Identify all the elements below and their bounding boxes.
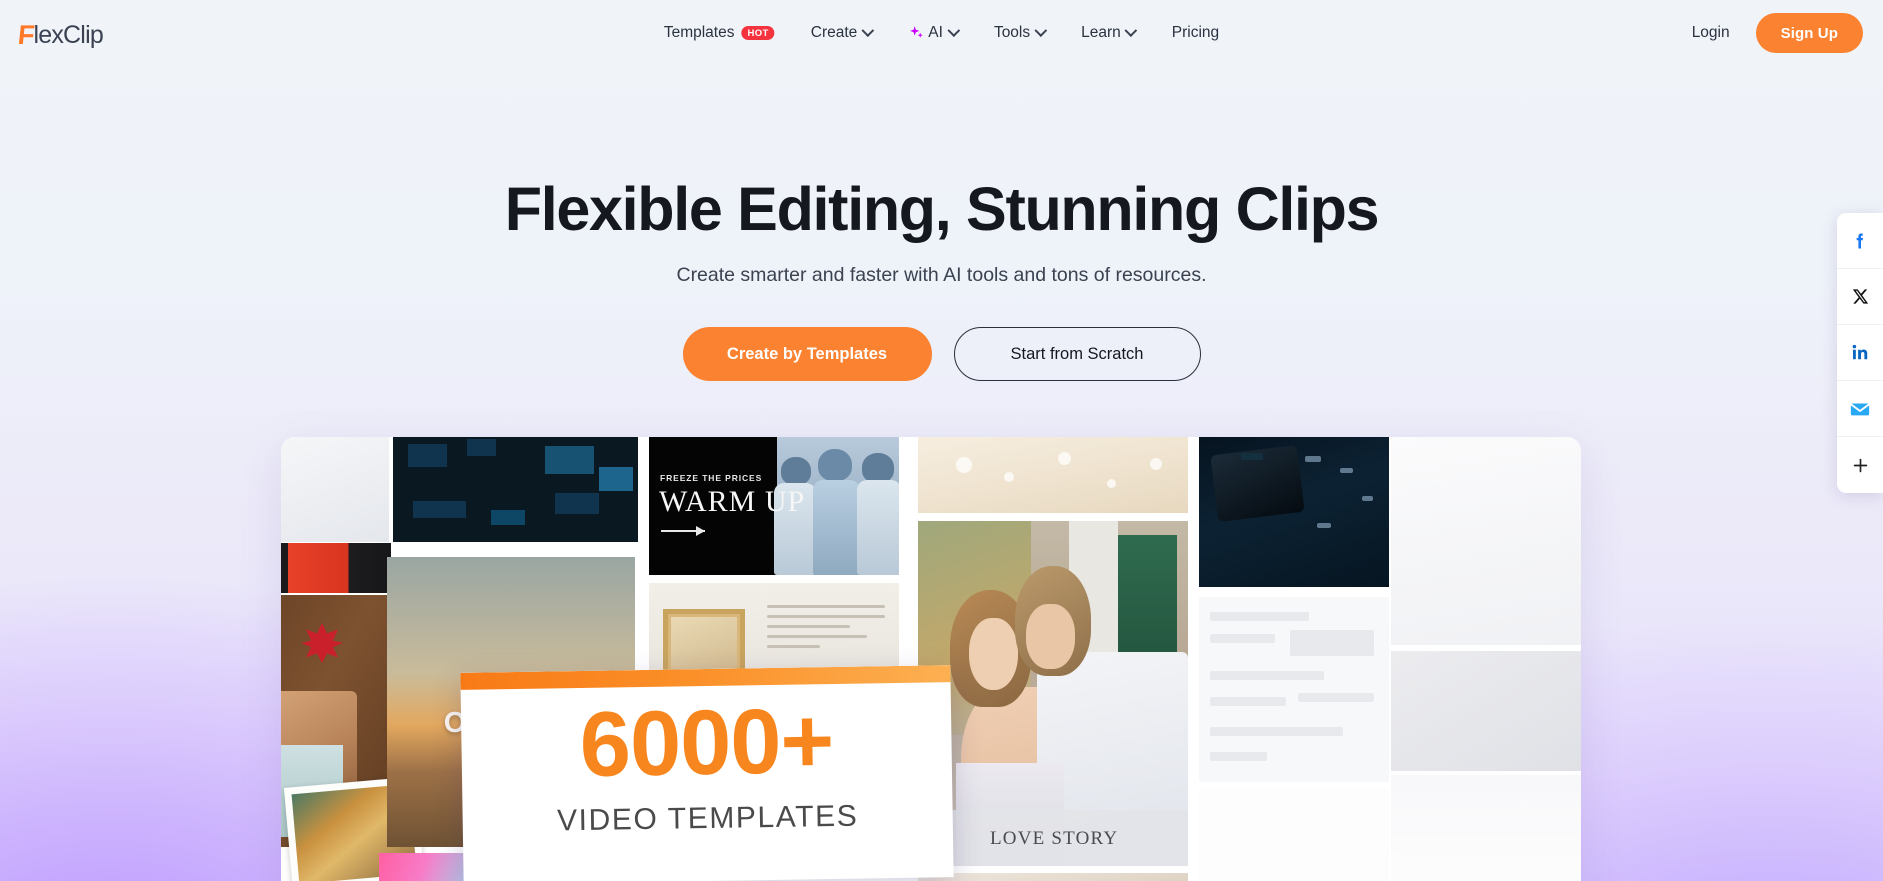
- x-twitter-icon: [1852, 289, 1868, 304]
- nav-label-pricing: Pricing: [1171, 24, 1220, 41]
- main-navigation: Templates HOT Create AI Tools Learn Pric…: [646, 0, 1237, 66]
- facebook-icon: [1856, 233, 1863, 248]
- plus-icon: [1853, 458, 1867, 472]
- video-templates-promo-card: 6000+ VIDEO TEMPLATES: [460, 665, 954, 881]
- create-by-templates-button[interactable]: Create by Templates: [682, 327, 932, 381]
- social-share-rail: [1837, 213, 1883, 493]
- logo-wordmark: lexClip: [33, 20, 104, 49]
- nav-item-create[interactable]: Create: [793, 0, 891, 66]
- nav-item-ai[interactable]: AI: [890, 0, 976, 66]
- template-count-caption: VIDEO TEMPLATES: [556, 799, 859, 838]
- hero-subtitle: Create smarter and faster with AI tools …: [676, 264, 1207, 286]
- login-button[interactable]: Login: [1682, 18, 1740, 48]
- more-share-button[interactable]: [1837, 437, 1883, 493]
- chevron-down-icon: [1124, 23, 1138, 37]
- site-header: FlexClip Templates HOT Create AI Tools L…: [0, 0, 1883, 66]
- template-count: 6000+: [579, 690, 834, 796]
- sparkle-icon: [908, 25, 924, 41]
- groom-face: [1026, 603, 1075, 670]
- nav-item-tools[interactable]: Tools: [976, 0, 1063, 66]
- nav-label-create: Create: [810, 24, 858, 41]
- signup-button[interactable]: Sign Up: [1755, 13, 1863, 53]
- email-share-button[interactable]: [1837, 381, 1883, 437]
- warm-up-tile: FREEZE THE PRICES WARM UP: [649, 437, 899, 575]
- x-share-button[interactable]: [1837, 269, 1883, 325]
- chevron-down-icon: [1034, 23, 1047, 37]
- hot-badge: HOT: [741, 26, 775, 40]
- bokeh-tile: [918, 437, 1188, 513]
- nav-label-ai: AI: [928, 24, 943, 41]
- document-tile: [1199, 597, 1389, 782]
- right-tile-three: [1391, 775, 1581, 881]
- nav-label-templates: Templates: [663, 24, 735, 41]
- nav-item-templates[interactable]: Templates HOT: [646, 0, 793, 66]
- auth-actions: Login Sign Up: [1682, 0, 1863, 66]
- nav-item-learn[interactable]: Learn: [1063, 0, 1154, 66]
- right-tile-two: [1391, 651, 1581, 771]
- city-night-tile: [393, 437, 638, 542]
- page-title: Flexible Editing, Stunning Clips: [504, 175, 1380, 243]
- text-lines: [767, 605, 885, 655]
- logo-mark-icon: F: [16, 19, 36, 50]
- love-story-caption: LOVE STORY: [990, 828, 1119, 849]
- nav-label-learn: Learn: [1081, 24, 1121, 41]
- warm-up-title: WARM UP: [659, 485, 806, 518]
- arrow-right-icon: [661, 526, 705, 536]
- white-blank-tile: [1199, 789, 1389, 881]
- maple-leaf-icon: [301, 623, 343, 663]
- laptop-grey-tile: [281, 437, 389, 542]
- envelope-icon: [1850, 403, 1870, 415]
- right-tile-one: [1391, 437, 1581, 645]
- bride-face: [969, 617, 1018, 691]
- chevron-down-icon: [947, 23, 960, 37]
- linkedin-share-button[interactable]: [1837, 325, 1883, 381]
- couple-tile: LOVE STORY: [918, 521, 1188, 866]
- night-drive-tile: [1199, 437, 1389, 587]
- nav-label-tools: Tools: [993, 24, 1031, 41]
- chevron-down-icon: [861, 23, 875, 37]
- start-from-scratch-button[interactable]: Start from Scratch: [953, 327, 1201, 381]
- flexclip-logo[interactable]: FlexClip: [16, 19, 104, 50]
- hero-cta-row: Create by Templates Start from Scratch: [0, 327, 1883, 381]
- nav-item-pricing[interactable]: Pricing: [1154, 0, 1237, 66]
- red-screen-tile: [281, 543, 391, 593]
- linkedin-icon: [1852, 344, 1867, 360]
- facebook-share-button[interactable]: [1837, 213, 1883, 269]
- warm-up-kicker: FREEZE THE PRICES: [660, 473, 763, 483]
- bottom-photo-tile: [918, 873, 1188, 881]
